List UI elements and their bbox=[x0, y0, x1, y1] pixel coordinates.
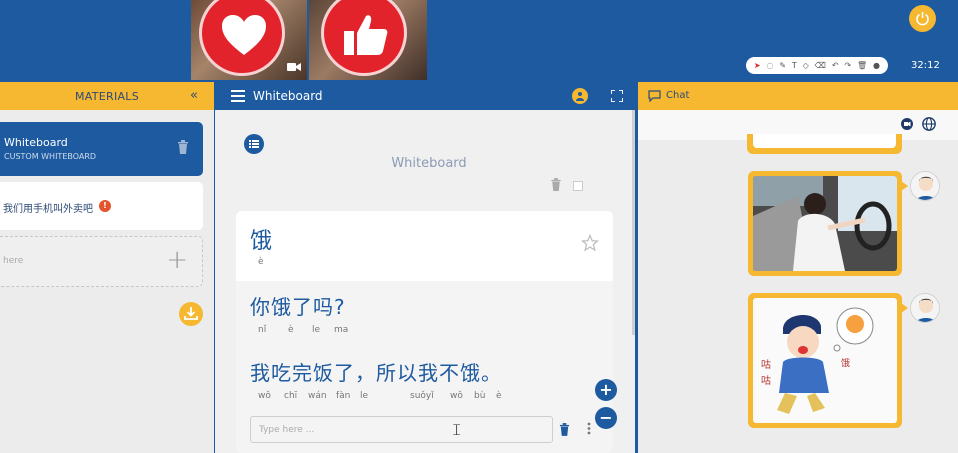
whiteboard-header: Whiteboard bbox=[215, 82, 635, 110]
chat-message-image[interactable]: 咕 咕 饿 bbox=[748, 293, 908, 428]
download-button[interactable] bbox=[179, 302, 203, 326]
materials-panel: MATERIALS « Whiteboard CUSTOM WHITEBOARD… bbox=[0, 82, 214, 453]
material-name: Whiteboard bbox=[4, 136, 68, 149]
pencil-icon[interactable]: ✎ bbox=[779, 61, 786, 70]
trash-icon[interactable] bbox=[177, 140, 189, 154]
coin-icon bbox=[576, 92, 584, 101]
avatar bbox=[910, 293, 940, 323]
example-sentence-2-pinyin: wǒ chī wán fàn le suǒyǐ wǒ bù è bbox=[258, 391, 502, 401]
add-material-slot[interactable]: here + bbox=[0, 236, 203, 287]
vocab-word-pinyin: è bbox=[258, 257, 264, 267]
thumbs-up-reaction bbox=[321, 0, 407, 76]
redo-icon[interactable]: ↷ bbox=[844, 61, 851, 70]
material-name: 我们用手机叫外卖吧 bbox=[3, 204, 93, 215]
materials-title: MATERIALS bbox=[74, 89, 140, 103]
more-options-icon[interactable] bbox=[587, 422, 591, 435]
eye-icon[interactable]: ● bbox=[873, 61, 880, 70]
whiteboard-title: Whiteboard bbox=[391, 156, 467, 171]
material-item-whiteboard[interactable]: Whiteboard CUSTOM WHITEBOARD bbox=[0, 122, 203, 176]
svg-text:咕: 咕 bbox=[761, 375, 771, 387]
teacher-avatar-icon bbox=[911, 294, 939, 322]
trash-icon[interactable] bbox=[559, 423, 570, 436]
add-material-placeholder: here bbox=[3, 256, 24, 266]
whiteboard-text-input[interactable] bbox=[250, 416, 553, 443]
svg-text:饿: 饿 bbox=[841, 357, 850, 369]
power-icon bbox=[916, 12, 929, 26]
shape-icon[interactable]: ◇ bbox=[803, 61, 809, 70]
heart-reaction bbox=[199, 0, 285, 76]
list-icon bbox=[249, 140, 259, 148]
chat-bubble-icon bbox=[648, 90, 661, 102]
participant-video-2 bbox=[309, 0, 427, 80]
session-timer: 32:12 bbox=[911, 60, 940, 71]
coin-button[interactable] bbox=[572, 88, 588, 104]
select-checkbox[interactable] bbox=[573, 181, 583, 191]
alert-badge: ! bbox=[99, 200, 111, 212]
camera-icon[interactable] bbox=[287, 62, 301, 72]
eraser-icon[interactable]: ⌫ bbox=[815, 61, 826, 70]
materials-header: MATERIALS « bbox=[0, 82, 214, 110]
list-view-button[interactable] bbox=[244, 134, 264, 154]
fullscreen-icon[interactable] bbox=[611, 90, 623, 102]
chat-image-driving[interactable] bbox=[753, 176, 897, 271]
chat-header: Chat bbox=[638, 82, 958, 110]
chat-panel: Chat 咕 咕 饿 bbox=[638, 82, 958, 453]
chat-title: Chat bbox=[666, 90, 690, 101]
chat-message-image[interactable] bbox=[748, 171, 908, 276]
plus-icon[interactable]: + bbox=[166, 247, 188, 273]
heart-icon bbox=[222, 15, 266, 55]
hamburger-menu-icon[interactable] bbox=[231, 90, 245, 102]
chat-image-cartoon[interactable]: 咕 咕 饿 bbox=[753, 298, 897, 423]
avatar bbox=[910, 171, 940, 201]
globe-icon[interactable] bbox=[922, 117, 936, 131]
thumbs-up-icon bbox=[344, 15, 388, 55]
remove-card-button[interactable]: − bbox=[595, 407, 617, 429]
vocab-word: 饿 bbox=[250, 229, 273, 254]
power-button[interactable] bbox=[909, 5, 936, 32]
whiteboard-panel: Whiteboard Whiteboard 饿 è 你饿了吗? nǐ è le … bbox=[215, 82, 635, 453]
example-sentence-1: 你饿了吗? bbox=[250, 295, 346, 319]
video-icon[interactable] bbox=[901, 118, 913, 130]
teacher-avatar-icon bbox=[911, 172, 939, 200]
trash-icon[interactable] bbox=[550, 178, 562, 191]
material-subtitle: CUSTOM WHITEBOARD bbox=[4, 152, 97, 161]
download-icon bbox=[184, 307, 198, 320]
chat-message-previous bbox=[747, 134, 902, 154]
add-card-button[interactable]: + bbox=[595, 379, 617, 401]
text-icon[interactable]: T bbox=[792, 61, 797, 70]
lasso-icon[interactable]: ◌ bbox=[766, 61, 773, 70]
participant-video-1 bbox=[191, 0, 307, 80]
whiteboard-scrollbar[interactable] bbox=[632, 110, 635, 335]
example-sentence-1-pinyin: nǐ è le ma bbox=[258, 325, 349, 335]
material-item-lesson[interactable]: 我们用手机叫外卖吧 ! bbox=[0, 182, 203, 230]
text-cursor-icon: 𝙸 bbox=[451, 420, 463, 439]
example-sentence-2: 我吃完饭了，所以我不饿。 bbox=[250, 361, 502, 385]
pointer-icon[interactable]: ➤ bbox=[754, 61, 761, 70]
drawing-toolbar: ➤ ◌ ✎ T ◇ ⌫ ↶ ↷ 🗑 ● bbox=[746, 57, 888, 74]
star-icon[interactable] bbox=[581, 234, 599, 252]
svg-text:咕: 咕 bbox=[761, 359, 771, 371]
undo-icon[interactable]: ↶ bbox=[832, 61, 839, 70]
whiteboard-header-title: Whiteboard bbox=[253, 89, 323, 103]
collapse-icon[interactable]: « bbox=[190, 88, 198, 103]
trash-icon[interactable]: 🗑 bbox=[857, 61, 867, 70]
top-bar: ➤ ◌ ✎ T ◇ ⌫ ↶ ↷ 🗑 ● 32:12 bbox=[0, 0, 958, 82]
vocab-card-header: 饿 è bbox=[236, 211, 613, 281]
